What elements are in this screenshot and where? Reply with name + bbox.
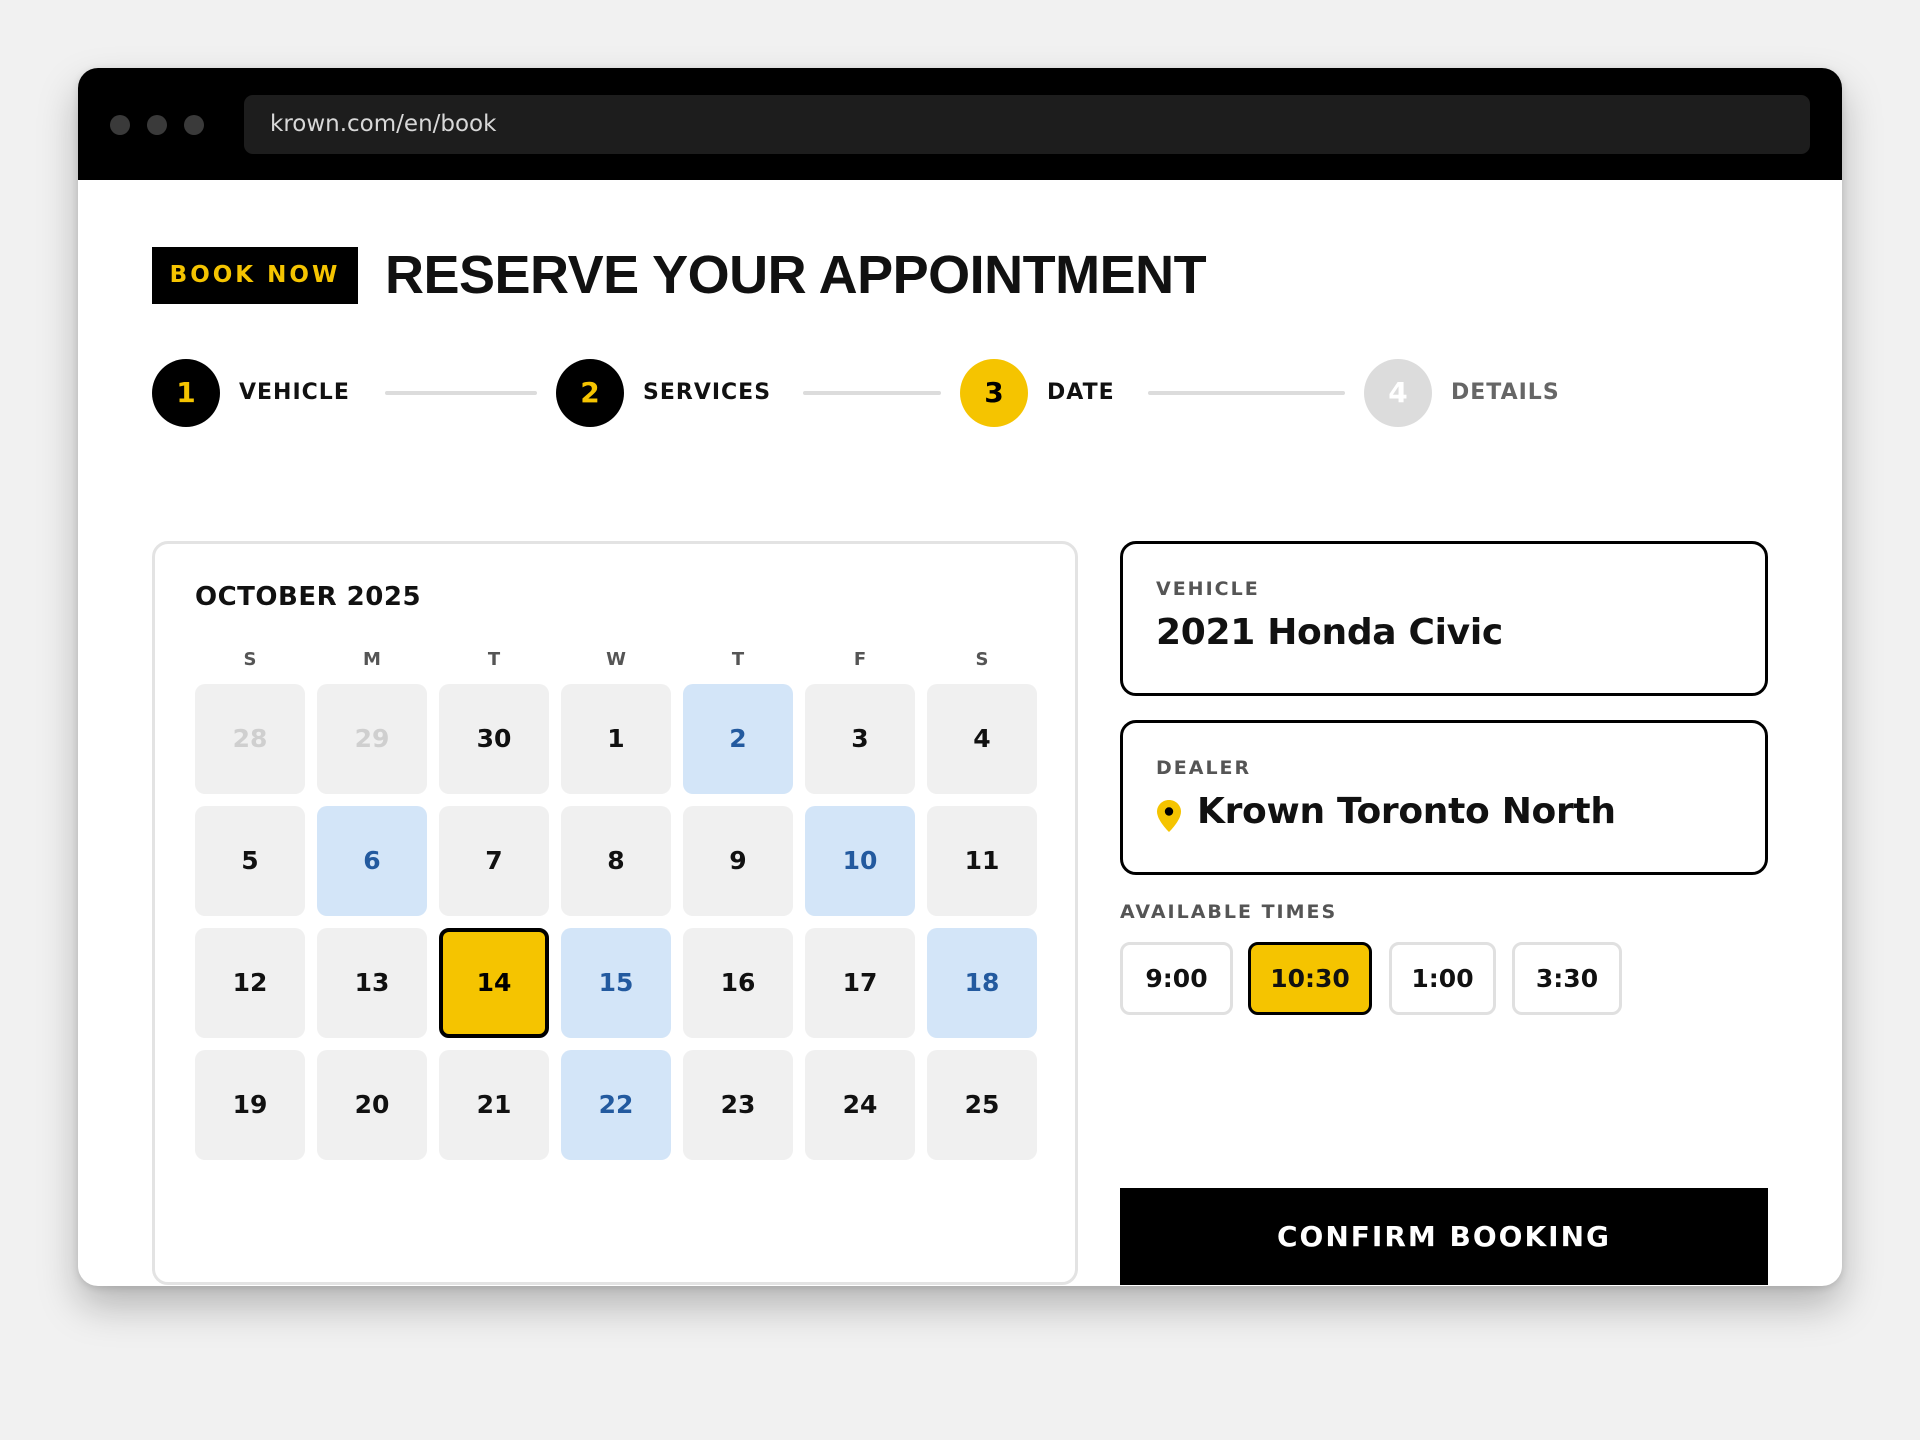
calendar-day[interactable]: 3 [805, 684, 915, 794]
calendar-day[interactable]: 24 [805, 1050, 915, 1160]
booking-page: BOOK NOW RESERVE YOUR APPOINTMENT 1 VEHI… [78, 180, 1842, 1286]
calendar-day-selected[interactable]: 14 [439, 928, 549, 1038]
step-4-circle: 4 [1364, 359, 1432, 427]
calendar-day-available[interactable]: 6 [317, 806, 427, 916]
calendar-day[interactable]: 9 [683, 806, 793, 916]
calendar-card: OCTOBER 2025 SMTWTFS 28 29 30 1 2 3 4 5 6 7 8 9 10 11… [152, 541, 1078, 1285]
calendar-day-available[interactable]: 15 [561, 928, 671, 1038]
weekday-label: S [243, 649, 257, 670]
weekday-label: F [853, 649, 867, 670]
calendar-day[interactable]: 5 [195, 806, 305, 916]
time-slot-button[interactable]: 3:30 [1512, 942, 1622, 1015]
calendar-day[interactable]: 16 [683, 928, 793, 1038]
calendar-day[interactable]: 12 [195, 928, 305, 1038]
calendar-day[interactable]: 4 [927, 684, 1037, 794]
vehicle-card: VEHICLE 2021 Honda Civic [1120, 541, 1768, 696]
dealer-value: Krown Toronto North [1197, 791, 1616, 832]
dealer-card[interactable]: DEALER Krown Toronto North [1120, 720, 1768, 875]
step-3-label[interactable]: DATE [1047, 359, 1115, 427]
step-2-circle[interactable]: 2 [556, 359, 624, 427]
calendar-day[interactable]: 25 [927, 1050, 1037, 1160]
vehicle-value: 2021 Honda Civic [1156, 612, 1503, 653]
calendar-month-title: OCTOBER 2025 [195, 582, 422, 612]
step-connector [385, 391, 537, 395]
address-bar[interactable]: krown.com/en/book [244, 95, 1810, 154]
step-1-label[interactable]: VEHICLE [239, 359, 350, 427]
calendar-day[interactable]: 7 [439, 806, 549, 916]
calendar-day[interactable]: 13 [317, 928, 427, 1038]
step-4-label: DETAILS [1451, 380, 1560, 405]
book-now-badge: BOOK NOW [152, 247, 358, 304]
calendar-day[interactable]: 11 [927, 806, 1037, 916]
calendar-day-outside-month: 28 [195, 684, 305, 794]
step-2-label[interactable]: SERVICES [643, 359, 771, 427]
calendar-day[interactable]: 20 [317, 1050, 427, 1160]
calendar-day-outside-month: 29 [317, 684, 427, 794]
time-slot-button[interactable]: 1:00 [1389, 942, 1496, 1015]
step-connector [803, 391, 941, 395]
calendar-day-available[interactable]: 22 [561, 1050, 671, 1160]
time-slot-button-selected[interactable]: 10:30 [1248, 942, 1372, 1015]
window-minimize-dot[interactable] [147, 115, 167, 135]
window-maximize-dot[interactable] [184, 115, 204, 135]
confirm-booking-button[interactable]: CONFIRM BOOKING [1120, 1188, 1768, 1285]
available-times-label: AVAILABLE TIMES [1120, 901, 1338, 923]
calendar-day[interactable]: 19 [195, 1050, 305, 1160]
calendar-day[interactable]: 17 [805, 928, 915, 1038]
step-1-circle[interactable]: 1 [152, 359, 220, 427]
browser-chrome: krown.com/en/book [78, 68, 1842, 180]
weekday-label: S [975, 649, 989, 670]
dealer-label: DEALER [1156, 757, 1252, 779]
calendar-day-available[interactable]: 10 [805, 806, 915, 916]
calendar-day[interactable]: 1 [561, 684, 671, 794]
calendar-day-available[interactable]: 18 [927, 928, 1037, 1038]
step-3-circle[interactable]: 3 [960, 359, 1028, 427]
calendar-day[interactable]: 21 [439, 1050, 549, 1160]
calendar-day-available[interactable]: 2 [683, 684, 793, 794]
calendar-day[interactable]: 8 [561, 806, 671, 916]
calendar-day[interactable]: 30 [439, 684, 549, 794]
weekday-label: T [487, 649, 501, 670]
vehicle-label: VEHICLE [1156, 578, 1260, 600]
step-connector [1148, 391, 1345, 395]
browser-window: krown.com/en/book BOOK NOW RESERVE YOUR … [78, 68, 1842, 1286]
weekday-label: M [363, 649, 381, 670]
map-pin-icon [1157, 800, 1181, 832]
page-title: RESERVE YOUR APPOINTMENT [385, 245, 1207, 305]
window-close-dot[interactable] [110, 115, 130, 135]
time-slot-button[interactable]: 9:00 [1120, 942, 1233, 1015]
weekday-label: W [606, 649, 626, 670]
weekday-label: T [731, 649, 745, 670]
calendar-day[interactable]: 23 [683, 1050, 793, 1160]
